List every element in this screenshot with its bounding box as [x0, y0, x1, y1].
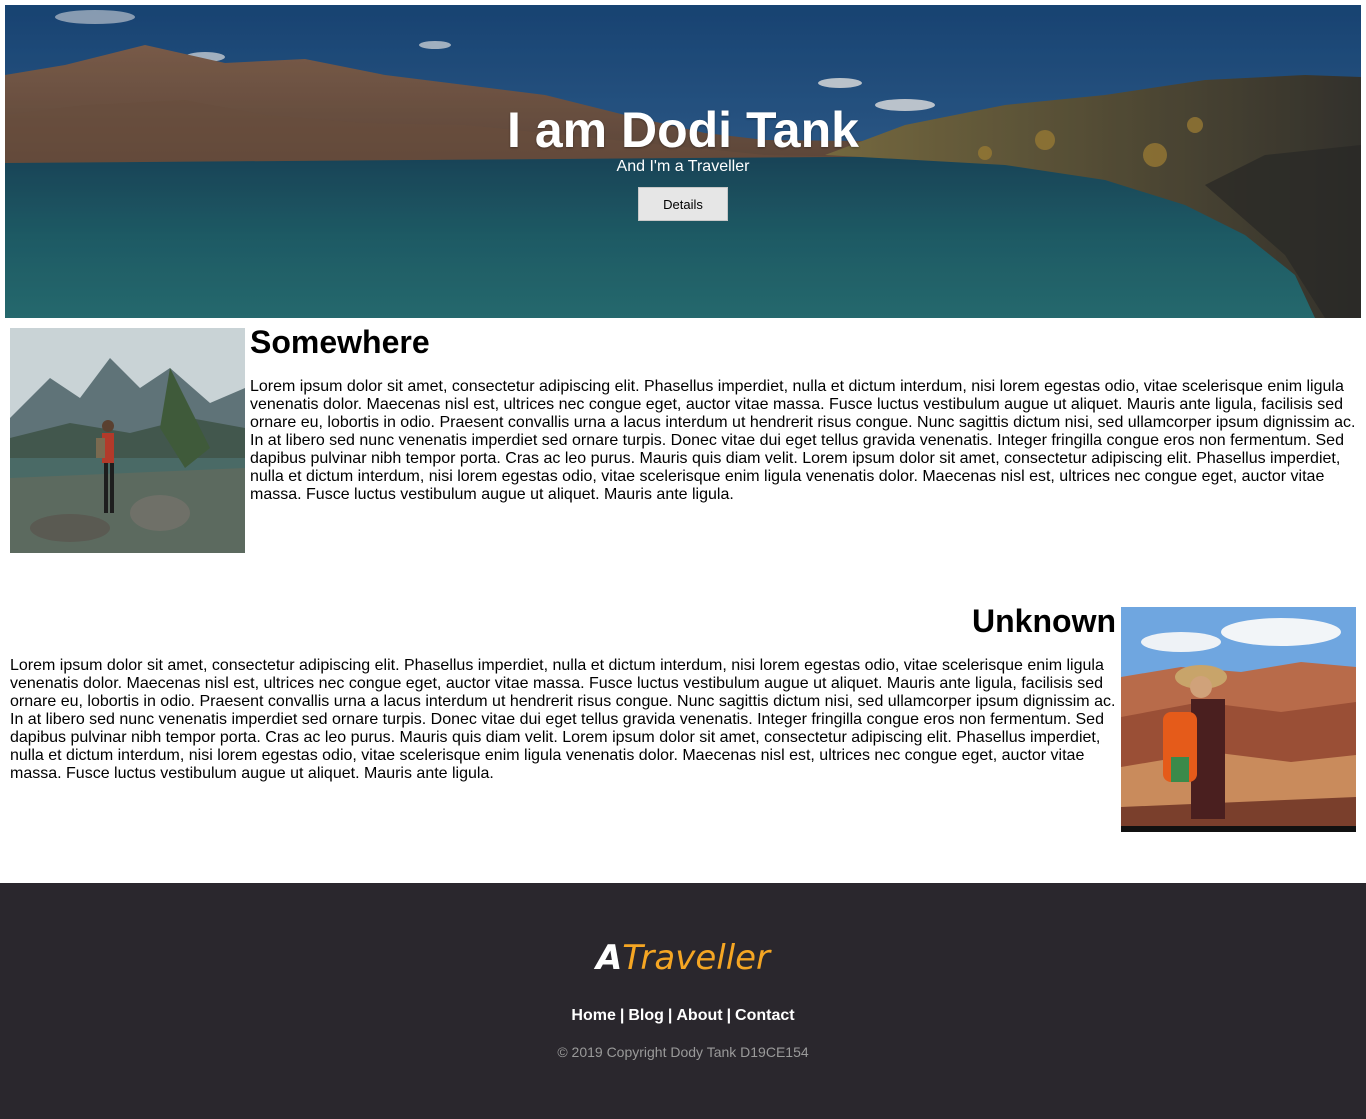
footer-link-blog[interactable]: Blog	[628, 1007, 664, 1024]
footer-nav: Home | Blog | About | Contact	[0, 1007, 1366, 1025]
section-title: Somewhere	[250, 324, 430, 360]
section-body-text: Lorem ipsum dolor sit amet, consectetur …	[10, 657, 1116, 782]
footer: ATraveller Home | Blog | About | Contact © 201…	[0, 883, 1366, 1119]
hero-banner: I am Dodi Tank And I'm a Traveller Detai…	[5, 5, 1361, 318]
nav-separator: |	[667, 1007, 673, 1024]
nav-separator: |	[726, 1007, 732, 1024]
hero-subtitle: And I'm a Traveller	[616, 158, 750, 175]
logo-word-traveller: Traveller	[622, 938, 771, 978]
hero-content: I am Dodi Tank And I'm a Traveller Detai…	[5, 5, 1361, 318]
logo-letter-a: A	[595, 938, 623, 978]
hiker-lake-photo	[10, 328, 245, 553]
footer-link-home[interactable]: Home	[571, 1007, 615, 1024]
footer-link-about[interactable]: About	[676, 1007, 722, 1024]
section-body-text: Lorem ipsum dolor sit amet, consectetur …	[250, 378, 1356, 503]
footer-logo[interactable]: ATraveller	[0, 938, 1366, 978]
hiker-canyon-photo	[1121, 607, 1356, 832]
hero-title: I am Dodi Tank	[507, 102, 859, 158]
copyright-text: © 2019 Copyright Dody Tank D19CE154	[557, 1044, 809, 1060]
details-button[interactable]: Details	[638, 187, 728, 221]
section-title: Unknown	[972, 603, 1116, 639]
footer-link-contact[interactable]: Contact	[735, 1007, 795, 1024]
nav-separator: |	[619, 1007, 625, 1024]
